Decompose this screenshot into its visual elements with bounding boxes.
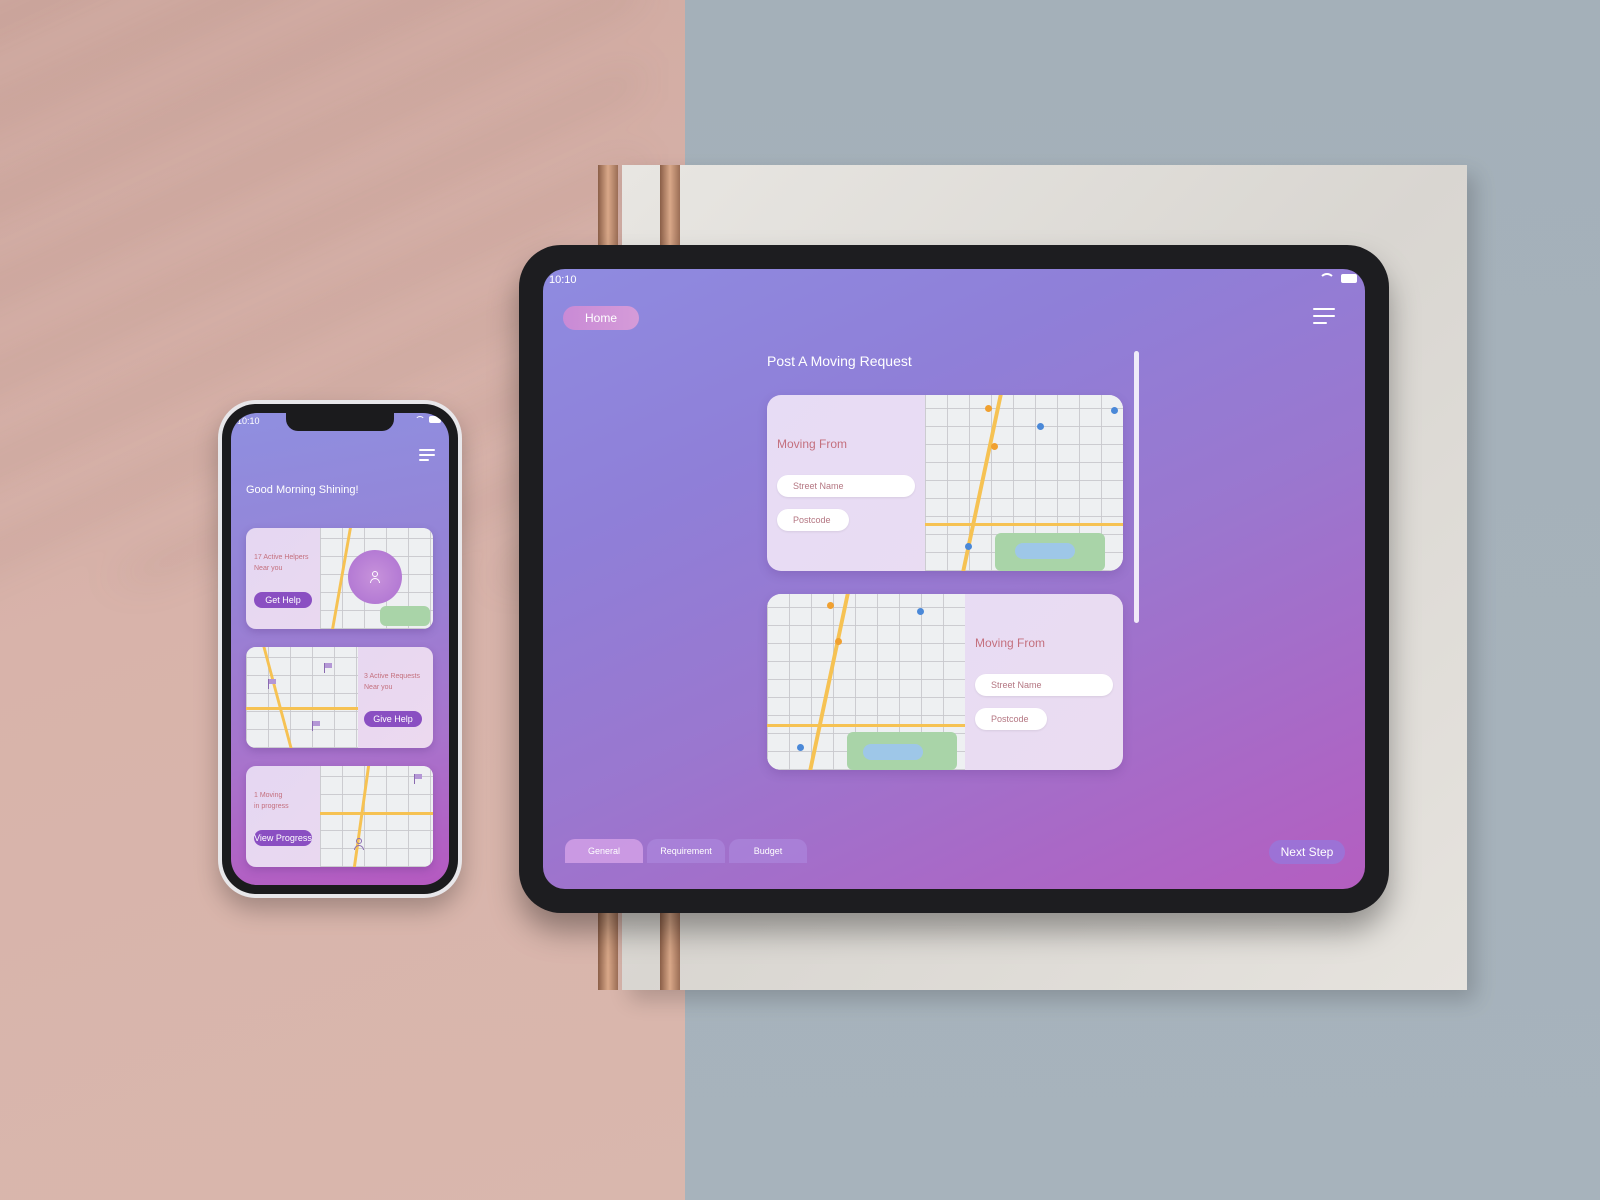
active-requests-card[interactable]: 3 Active Requests Near you Give Help: [246, 647, 433, 748]
map-view: [320, 766, 433, 867]
flag-icon: [414, 774, 423, 784]
battery-icon: [429, 416, 441, 423]
menu-icon[interactable]: [1313, 308, 1335, 324]
home-button[interactable]: Home: [563, 306, 639, 330]
person-icon: [354, 838, 364, 850]
postcode-input[interactable]: Postcode: [975, 708, 1047, 730]
phone-device: 10:10 Good Morning Shining! 17 Active He…: [218, 400, 462, 898]
tab-budget[interactable]: Budget: [729, 839, 807, 863]
tablet-screen: 10:10 Home Post A Moving Request Moving …: [543, 269, 1365, 889]
status-time: 10:10: [549, 274, 577, 286]
status-icons: [415, 416, 441, 423]
battery-icon: [1341, 273, 1357, 283]
wifi-icon: [1319, 273, 1335, 283]
get-help-button[interactable]: Get Help: [254, 592, 312, 608]
tab-general[interactable]: General: [565, 839, 643, 863]
map-view[interactable]: [767, 594, 965, 770]
card-stat: 3 Active Requests: [364, 673, 421, 680]
status-time: 10:10: [237, 416, 260, 426]
moving-from-card: Moving From Street Name Postcode: [767, 594, 1123, 770]
person-icon: [370, 571, 380, 583]
flag-icon: [324, 663, 333, 673]
active-helpers-card[interactable]: 17 Active Helpers Near you Get Help: [246, 528, 433, 629]
tab-requirement[interactable]: Requirement: [647, 839, 725, 863]
street-name-input[interactable]: Street Name: [777, 475, 915, 497]
view-progress-button[interactable]: View Progress: [254, 830, 312, 846]
notch: [286, 413, 394, 431]
next-step-button[interactable]: Next Step: [1269, 840, 1345, 864]
step-tabs: General Requirement Budget: [565, 839, 811, 863]
phone-screen: 10:10 Good Morning Shining! 17 Active He…: [231, 413, 449, 885]
wifi-icon: [415, 416, 425, 423]
tablet-device: 10:10 Home Post A Moving Request Moving …: [519, 245, 1389, 913]
card-substat: Near you: [364, 684, 393, 691]
card-substat: in progress: [254, 803, 289, 810]
map-view: [320, 528, 433, 629]
card-label: Moving From: [975, 636, 1046, 650]
card-substat: Near you: [254, 565, 283, 572]
card-stat: 1 Moving: [254, 792, 283, 799]
moving-progress-card[interactable]: 1 Moving in progress View Progress: [246, 766, 433, 867]
street-name-input[interactable]: Street Name: [975, 674, 1113, 696]
card-label: Moving From: [777, 437, 848, 451]
scrollbar[interactable]: [1134, 351, 1139, 623]
status-icons: [1319, 273, 1357, 283]
menu-icon[interactable]: [419, 449, 435, 461]
flag-icon: [312, 721, 321, 731]
map-view: [246, 647, 358, 748]
moving-from-card: Moving From Street Name Postcode: [767, 395, 1123, 571]
greeting-text: Good Morning Shining!: [246, 484, 359, 496]
postcode-input[interactable]: Postcode: [777, 509, 849, 531]
flag-icon: [268, 679, 277, 689]
page-title: Post A Moving Request: [767, 353, 912, 369]
give-help-button[interactable]: Give Help: [364, 711, 422, 727]
card-stat: 17 Active Helpers: [254, 554, 309, 561]
map-view[interactable]: [925, 395, 1123, 571]
